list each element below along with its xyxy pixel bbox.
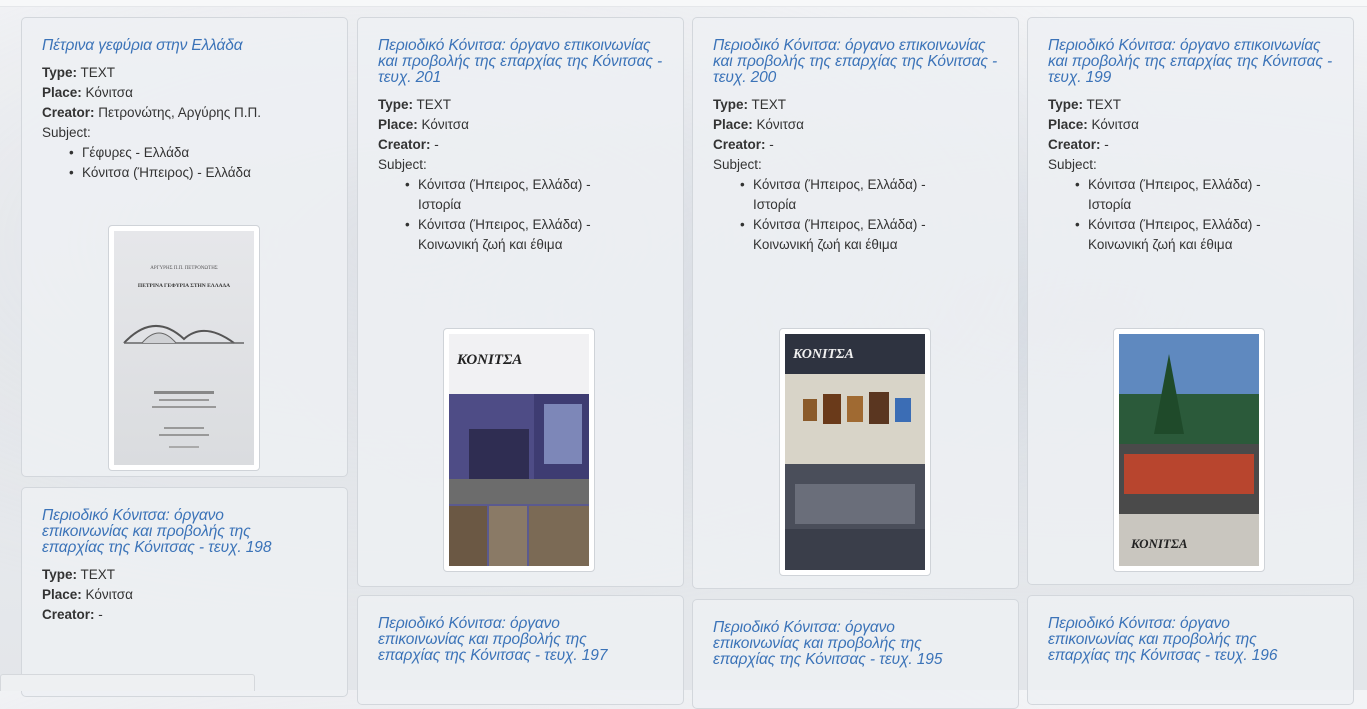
card-title-link[interactable]: Περιοδικό Κόνιτσα: όργανο επικοινωνίας κ… <box>1048 616 1293 664</box>
creator-row: Creator: - <box>713 135 1000 155</box>
cover-author: ΑΡΓΥΡΗΣ Π.Π. ΠΕΤΡΟΝΩΤΗΣ <box>150 266 218 271</box>
subject-list: Κόνιτσα (Ήπειρος, Ελλάδα) - Ιστορία Κόνι… <box>1048 175 1335 255</box>
subject-list: Κόνιτσα (Ήπειρος, Ελλάδα) - Ιστορία Κόνι… <box>378 175 665 255</box>
creator-value: - <box>98 607 103 622</box>
creator-value: Πετρονώτης, Αργύρης Π.Π. <box>98 105 262 120</box>
subject-item: Κόνιτσα (Ήπειρος, Ελλάδα) - Ιστορία <box>1075 175 1298 215</box>
result-card: Περιοδικό Κόνιτσα: όργανο επικοινωνίας κ… <box>357 17 684 587</box>
type-label: Type: <box>1048 97 1084 112</box>
cover-masthead: ΚΟΝΙΤΣΑ <box>792 347 854 362</box>
place-label: Place: <box>42 85 82 100</box>
result-card: Πέτρινα γεφύρια στην Ελλάδα Type: TEXT P… <box>21 17 348 477</box>
creator-value: - <box>434 137 439 152</box>
subject-item: Γέφυρες - Ελλάδα <box>69 143 329 163</box>
type-value: TEXT <box>80 65 116 80</box>
place-row: Place: Κόνιτσα <box>42 585 329 605</box>
cover-masthead: ΚΟΝΙΤΣΑ <box>456 352 522 368</box>
place-value: Κόνιτσα <box>421 117 469 132</box>
place-value: Κόνιτσα <box>85 587 133 602</box>
book-cover-image: ΑΡΓΥΡΗΣ Π.Π. ΠΕΤΡΟΝΩΤΗΣ ΠΕΤΡΙΝΑ ΓΕΦΥΡΙΑ … <box>123 266 244 448</box>
creator-row: Creator: - <box>1048 135 1335 155</box>
cover-thumbnail[interactable]: ΑΡΓΥΡΗΣ Π.Π. ΠΕΤΡΟΝΩΤΗΣ ΠΕΤΡΙΝΑ ΓΕΦΥΡΙΑ … <box>108 225 260 471</box>
magazine-cover-image: ΚΟΝΙΤΣΑ <box>785 334 925 570</box>
type-label: Type: <box>42 567 78 582</box>
creator-label: Creator: <box>42 607 95 622</box>
place-label: Place: <box>713 117 753 132</box>
type-value: TEXT <box>416 97 452 112</box>
place-row: Place: Κόνιτσα <box>378 115 665 135</box>
card-title-link[interactable]: Πέτρινα γεφύρια στην Ελλάδα <box>42 38 329 54</box>
subject-label: Subject: <box>378 157 427 172</box>
card-title-link[interactable]: Περιοδικό Κόνιτσα: όργανο επικοινωνίας κ… <box>378 616 623 664</box>
subject-item: Κόνιτσα (Ήπειρος, Ελλάδα) - Κοινωνική ζω… <box>1075 215 1298 255</box>
subject-label: Subject: <box>713 157 762 172</box>
result-card: Περιοδικό Κόνιτσα: όργανο επικοινωνίας κ… <box>357 595 684 705</box>
type-label: Type: <box>378 97 414 112</box>
type-label: Type: <box>42 65 78 80</box>
top-border <box>0 0 1367 7</box>
card-title-link[interactable]: Περιοδικό Κόνιτσα: όργανο επικοινωνίας κ… <box>713 38 1000 86</box>
result-card: Περιοδικό Κόνιτσα: όργανο επικοινωνίας κ… <box>692 599 1019 709</box>
place-label: Place: <box>378 117 418 132</box>
subject-list: Κόνιτσα (Ήπειρος, Ελλάδα) - Ιστορία Κόνι… <box>713 175 1000 255</box>
subject-item: Κόνιτσα (Ήπειρος) - Ελλάδα <box>69 163 329 183</box>
type-row: Type: TEXT <box>1048 95 1335 115</box>
place-row: Place: Κόνιτσα <box>42 83 329 103</box>
card-title-link[interactable]: Περιοδικό Κόνιτσα: όργανο επικοινωνίας κ… <box>1048 38 1335 86</box>
cover-thumbnail[interactable]: ΚΟΝΙΤΣΑ <box>779 328 931 576</box>
card-title-link[interactable]: Περιοδικό Κόνιτσα: όργανο επικοινωνίας κ… <box>378 38 665 86</box>
subject-item: Κόνιτσα (Ήπειρος, Ελλάδα) - Κοινωνική ζω… <box>740 215 963 255</box>
creator-row: Creator: - <box>42 605 329 625</box>
place-label: Place: <box>42 587 82 602</box>
subject-item: Κόνιτσα (Ήπειρος, Ελλάδα) - Ιστορία <box>740 175 963 215</box>
subject-label: Subject: <box>1048 157 1097 172</box>
creator-row: Creator: Πετρονώτης, Αργύρης Π.Π. <box>42 103 329 123</box>
creator-value: - <box>769 137 774 152</box>
card-title-link[interactable]: Περιοδικό Κόνιτσα: όργανο επικοινωνίας κ… <box>42 508 282 556</box>
place-value: Κόνιτσα <box>85 85 133 100</box>
place-label: Place: <box>1048 117 1088 132</box>
type-label: Type: <box>713 97 749 112</box>
creator-label: Creator: <box>713 137 766 152</box>
magazine-cover-image: ΚΟΝΙΤΣΑ <box>1119 334 1259 566</box>
type-row: Type: TEXT <box>42 565 329 585</box>
result-card: Περιοδικό Κόνιτσα: όργανο επικοινωνίας κ… <box>1027 17 1354 585</box>
type-value: TEXT <box>751 97 787 112</box>
cover-thumbnail[interactable]: ΚΟΝΙΤΣΑ <box>443 328 595 572</box>
subject-item: Κόνιτσα (Ήπειρος, Ελλάδα) - Κοινωνική ζω… <box>405 215 628 255</box>
cover-thumbnail[interactable]: ΚΟΝΙΤΣΑ <box>1113 328 1265 572</box>
place-value: Κόνιτσα <box>1091 117 1139 132</box>
creator-row: Creator: - <box>378 135 665 155</box>
type-row: Type: TEXT <box>378 95 665 115</box>
card-title-link[interactable]: Περιοδικό Κόνιτσα: όργανο επικοινωνίας κ… <box>713 620 958 668</box>
cover-masthead: ΚΟΝΙΤΣΑ <box>1130 536 1188 551</box>
type-row: Type: TEXT <box>42 63 329 83</box>
creator-value: - <box>1104 137 1109 152</box>
cover-title: ΠΕΤΡΙΝΑ ΓΕΦΥΡΙΑ ΣΤΗΝ ΕΛΛΑΔΑ <box>138 283 230 289</box>
place-value: Κόνιτσα <box>756 117 804 132</box>
subject-label: Subject: <box>42 125 91 140</box>
creator-label: Creator: <box>378 137 431 152</box>
type-value: TEXT <box>1086 97 1122 112</box>
place-row: Place: Κόνιτσα <box>713 115 1000 135</box>
creator-label: Creator: <box>42 105 95 120</box>
result-card: Περιοδικό Κόνιτσα: όργανο επικοινωνίας κ… <box>21 487 348 697</box>
place-row: Place: Κόνιτσα <box>1048 115 1335 135</box>
bottom-overlay-bar <box>0 674 255 691</box>
result-card: Περιοδικό Κόνιτσα: όργανο επικοινωνίας κ… <box>1027 595 1354 705</box>
magazine-cover-image: ΚΟΝΙΤΣΑ <box>449 334 589 566</box>
type-row: Type: TEXT <box>713 95 1000 115</box>
subject-list: Γέφυρες - Ελλάδα Κόνιτσα (Ήπειρος) - Ελλ… <box>42 143 329 183</box>
subject-item: Κόνιτσα (Ήπειρος, Ελλάδα) - Ιστορία <box>405 175 628 215</box>
result-card: Περιοδικό Κόνιτσα: όργανο επικοινωνίας κ… <box>692 17 1019 589</box>
type-value: TEXT <box>80 567 116 582</box>
creator-label: Creator: <box>1048 137 1101 152</box>
